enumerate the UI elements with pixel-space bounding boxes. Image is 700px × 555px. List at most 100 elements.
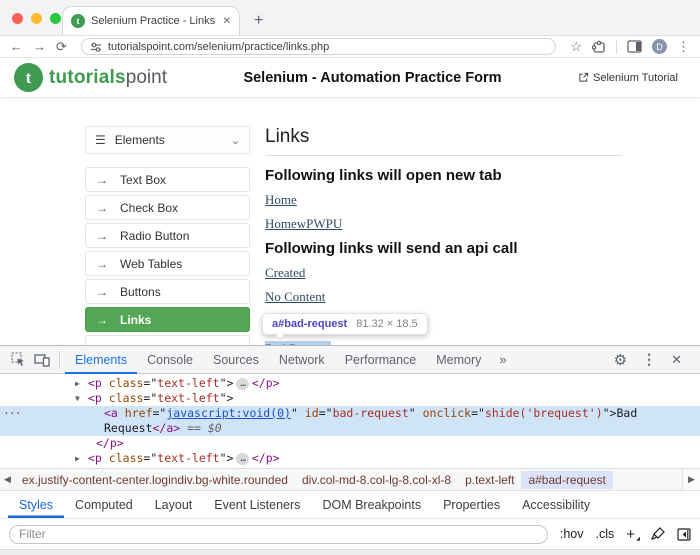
- rendering-brush-icon[interactable]: [651, 527, 665, 541]
- code-line[interactable]: </p>: [0, 436, 700, 451]
- extensions-icon[interactable]: [592, 40, 606, 54]
- styles-filter-input[interactable]: [9, 525, 548, 544]
- browser-menu-kebab-icon[interactable]: ⋮: [677, 40, 690, 53]
- tooltip-size: 81.32 × 18.5: [356, 318, 417, 330]
- url-text[interactable]: tutorialspoint.com/selenium/practice/lin…: [108, 41, 329, 53]
- device-toolbar-icon[interactable]: [30, 348, 54, 372]
- sidebar-item-web-tables[interactable]: →Web Tables: [85, 251, 250, 276]
- window-close-button[interactable]: [12, 13, 23, 24]
- window-controls: [12, 13, 61, 24]
- sidebar-item-check-box[interactable]: →Check Box: [85, 195, 250, 220]
- styles-tab-event-listeners[interactable]: Event Listeners: [203, 491, 311, 518]
- code-token: Bad: [616, 406, 637, 420]
- devtools-menu-kebab-icon[interactable]: ⋮: [642, 351, 656, 368]
- filter-control-[interactable]: +: [626, 526, 639, 543]
- selenium-tutorial-link[interactable]: Selenium Tutorial: [578, 72, 678, 84]
- code-token: …: [236, 378, 248, 390]
- inspect-element-icon[interactable]: [6, 348, 30, 372]
- sidebar-item-label: Text Box: [120, 173, 166, 187]
- crumb-scroll-right-icon[interactable]: ▶: [682, 469, 700, 490]
- code-token: [102, 376, 109, 390]
- link-bad-request[interactable]: Bad Request: [265, 341, 331, 345]
- styles-tab-layout[interactable]: Layout: [144, 491, 204, 518]
- styles-tab-accessibility[interactable]: Accessibility: [511, 491, 601, 518]
- link-homewpwpu[interactable]: HomewPWPU: [265, 216, 342, 232]
- breadcrumb-item[interactable]: ex.justify-content-center.logindiv.bg-wh…: [15, 471, 295, 489]
- browser-tab[interactable]: t Selenium Practice - Links ✕: [62, 6, 240, 35]
- brand-text-light: point: [126, 67, 167, 88]
- sidebar-item-buttons[interactable]: →Buttons: [85, 279, 250, 304]
- styles-tab-styles[interactable]: Styles: [8, 491, 64, 518]
- code-token: href: [125, 406, 153, 420]
- devtools-tab-memory[interactable]: Memory: [426, 346, 491, 374]
- crumb-scroll-left-icon[interactable]: ◀: [0, 474, 15, 485]
- tutorialspoint-logo[interactable]: t tutorialspoint: [14, 63, 167, 92]
- code-token: shide('brequest'): [485, 406, 603, 420]
- toolbar-divider: [59, 351, 60, 369]
- link-no-content[interactable]: No Content: [265, 289, 325, 305]
- dock-panel-icon[interactable]: [677, 528, 691, 541]
- devtools-bottom-strip: [0, 549, 700, 555]
- sidebar-item-radio-button[interactable]: → Radio Button: [85, 223, 250, 248]
- link-home[interactable]: Home: [265, 192, 297, 208]
- twisty-icon[interactable]: ▼: [75, 391, 80, 406]
- reload-icon[interactable]: ⟳: [56, 40, 67, 53]
- code-token: [102, 451, 109, 465]
- code-token: =": [143, 376, 157, 390]
- content-divider: [265, 155, 623, 156]
- forward-icon[interactable]: →: [33, 40, 46, 53]
- breadcrumb-item[interactable]: div.col-md-8.col-lg-8.col-xl-8: [295, 471, 458, 489]
- code-token: text-left: [157, 376, 219, 390]
- chevron-down-icon: ⌄: [231, 134, 240, 147]
- sidebar-header[interactable]: ☰ Elements ⌄: [85, 126, 250, 154]
- code-token: Request: [104, 421, 152, 435]
- settings-gear-icon[interactable]: ⚙: [614, 351, 627, 369]
- sidebar-header-label: Elements: [115, 133, 165, 147]
- code-line[interactable]: ▼<p class="text-left">: [0, 391, 700, 406]
- profile-avatar[interactable]: D: [652, 39, 667, 54]
- code-line[interactable]: ···<a href="javascript:void(0)" id="bad-…: [0, 406, 700, 421]
- sidebar-item-partial[interactable]: [85, 335, 250, 345]
- devtools-tab-network[interactable]: Network: [269, 346, 335, 374]
- filter-controls: :hov .cls +: [560, 526, 639, 543]
- devtools-tab-elements[interactable]: Elements: [65, 346, 137, 374]
- tab-close-icon[interactable]: ✕: [223, 16, 231, 27]
- arrow-right-icon: →: [96, 229, 108, 243]
- devtools-toolbar: ElementsConsoleSourcesNetworkPerformance…: [0, 346, 700, 374]
- devtools-tab-performance[interactable]: Performance: [335, 346, 427, 374]
- twisty-icon[interactable]: ▶: [75, 451, 80, 466]
- more-tabs-icon[interactable]: »: [491, 352, 514, 367]
- sidebar-item-label: Buttons: [120, 285, 161, 299]
- side-panel-icon[interactable]: [627, 40, 642, 53]
- sidebar-item-text-box[interactable]: →Text Box: [85, 167, 250, 192]
- code-token: text-left: [157, 391, 219, 405]
- styles-tab-computed[interactable]: Computed: [64, 491, 144, 518]
- code-token: ">: [220, 391, 234, 405]
- filter-control-hov[interactable]: :hov: [560, 527, 584, 541]
- content-sections: Following links will open new tabHomeHom…: [265, 167, 623, 345]
- devtools-tab-console[interactable]: Console: [137, 346, 203, 374]
- twisty-icon[interactable]: ▶: [75, 376, 80, 391]
- breadcrumb-item[interactable]: p.text-left: [458, 471, 521, 489]
- code-line[interactable]: Request</a> == $0: [0, 421, 700, 436]
- window-zoom-button[interactable]: [50, 13, 61, 24]
- bookmark-star-icon[interactable]: ☆: [570, 40, 582, 53]
- filter-control-cls[interactable]: .cls: [595, 527, 614, 541]
- address-bar[interactable]: tutorialspoint.com/selenium/practice/lin…: [81, 38, 556, 55]
- sidebar-item-links[interactable]: →Links: [85, 307, 250, 332]
- site-settings-icon[interactable]: [90, 41, 102, 53]
- devtools-close-icon[interactable]: ✕: [671, 352, 682, 368]
- sidebar-item-label: Radio Button: [120, 229, 189, 243]
- link-created[interactable]: Created: [265, 265, 305, 281]
- devtools-tab-sources[interactable]: Sources: [203, 346, 269, 374]
- styles-filter-bar: :hov .cls +: [0, 519, 700, 549]
- breadcrumb-item[interactable]: a#bad-request: [521, 471, 612, 489]
- hamburger-icon: ☰: [95, 133, 106, 147]
- window-minimize-button[interactable]: [31, 13, 42, 24]
- code-line[interactable]: ▶<p class="text-left">…</p>: [0, 451, 700, 466]
- styles-tab-properties[interactable]: Properties: [432, 491, 511, 518]
- styles-tab-dom-breakpoints[interactable]: DOM Breakpoints: [311, 491, 432, 518]
- back-icon[interactable]: ←: [10, 40, 23, 53]
- new-tab-button[interactable]: +: [254, 12, 263, 35]
- code-line[interactable]: ▶<p class="text-left">…</p>: [0, 376, 700, 391]
